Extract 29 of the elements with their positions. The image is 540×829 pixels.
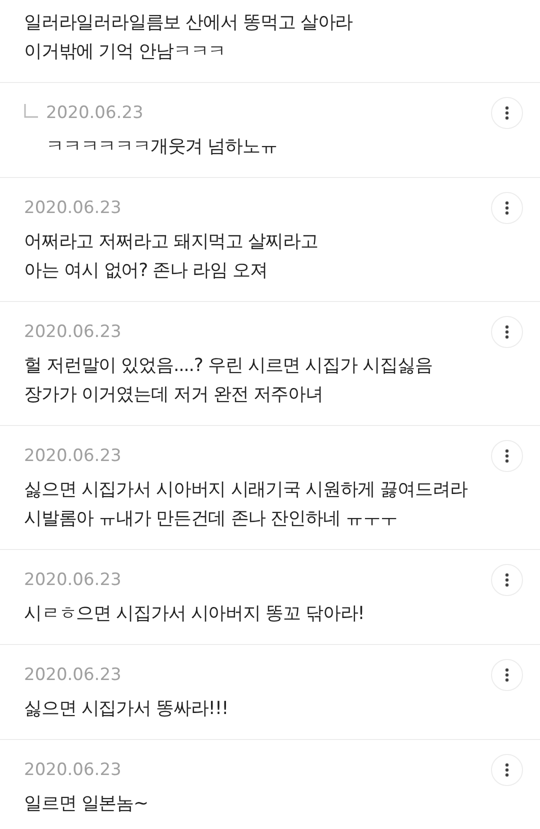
more-options-button[interactable]	[491, 440, 523, 472]
comment-date: 2020.06.23	[24, 197, 122, 220]
more-icon	[505, 106, 509, 120]
comment-text: ㅋㅋㅋㅋㅋㅋ개웃겨 넘하노ㅠ	[46, 135, 278, 159]
comment-date: 2020.06.23	[24, 759, 122, 782]
comment-text: 일르면 일본놈~	[24, 792, 148, 816]
more-options-button[interactable]	[491, 316, 523, 348]
more-icon	[505, 668, 509, 682]
more-icon	[505, 763, 509, 777]
comment-text: 싫으면 시집가서 똥싸라!!!	[24, 697, 228, 721]
more-options-button[interactable]	[491, 754, 523, 786]
comment-text: 일러라일러라일름보 산에서 똥먹고 살아라 이거밖에 기억 안남ㅋㅋㅋ	[24, 11, 353, 64]
comment-text: 어쩌라고 저쩌라고 돼지먹고 살찌라고 아는 여시 없어? 존나 라임 오져	[24, 230, 318, 283]
more-options-button[interactable]	[491, 192, 523, 224]
more-icon	[505, 573, 509, 587]
more-icon	[505, 325, 509, 339]
comment-text: 헐 저런말이 있었음....? 우린 시르면 시집가 시집싫음 장가가 이거였는데 저거 완전 저주아녀	[24, 354, 432, 407]
more-icon	[505, 449, 509, 463]
comment-text: 시ㄹㅎ으면 시집가서 시아버지 똥꼬 닦아라!	[24, 602, 364, 626]
comment-date: 2020.06.23	[24, 664, 122, 687]
comment-date: 2020.06.23	[46, 102, 144, 125]
comment-text: 싫으면 시집가서 시아버지 시래기국 시원하게 끓여드려라 시발롬아 ㅠ내가 만든건데 존나 잔인하네 ㅠㅜㅜ	[24, 478, 468, 531]
more-icon	[505, 201, 509, 215]
more-options-button[interactable]	[491, 97, 523, 129]
more-options-button[interactable]	[491, 659, 523, 691]
comment-date: 2020.06.23	[24, 569, 122, 592]
comment-date: 2020.06.23	[24, 445, 122, 468]
comment-date: 2020.06.23	[24, 321, 122, 344]
more-options-button[interactable]	[491, 564, 523, 596]
